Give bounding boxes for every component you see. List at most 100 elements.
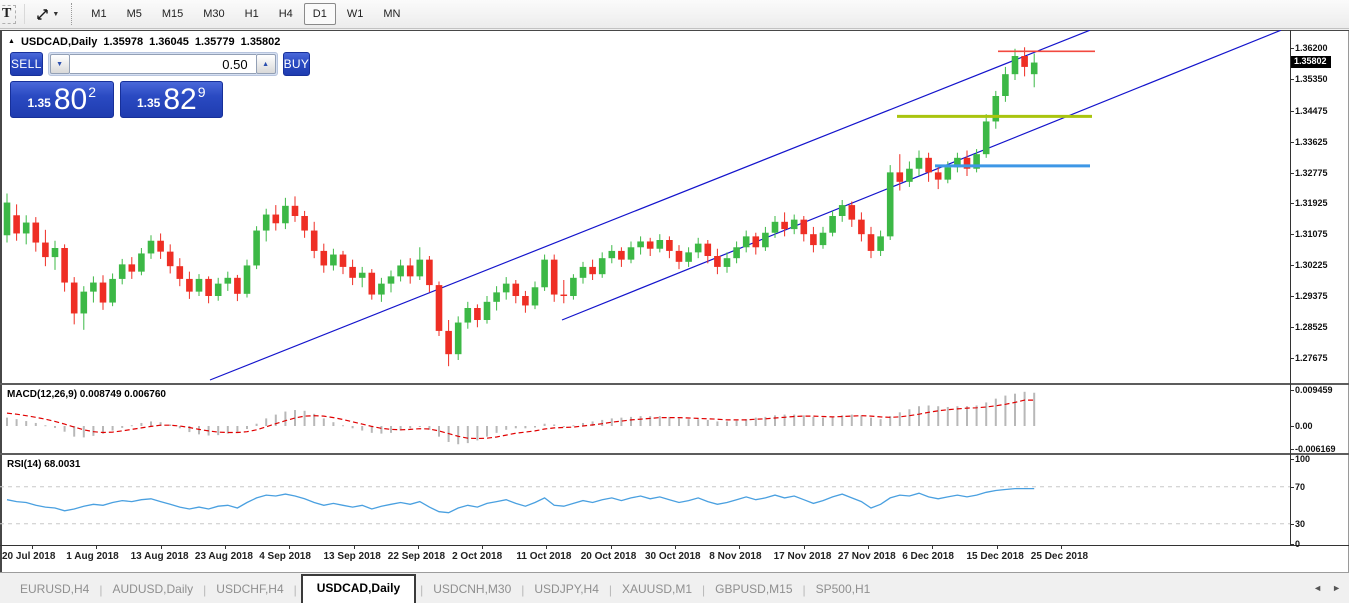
price-axis-label: 1.32775	[1295, 168, 1328, 178]
candle-body	[628, 247, 635, 259]
candle-body	[858, 220, 865, 235]
chart-title: ▲ USDCAD,Daily 1.35978 1.36045 1.35779 1…	[8, 36, 280, 48]
macd-histogram-bar	[572, 425, 574, 426]
collapse-triangle-icon[interactable]: ▲	[8, 38, 15, 46]
axis-tick	[1290, 524, 1294, 525]
candle-body	[455, 323, 462, 355]
timeframe-button-h4[interactable]: H4	[270, 3, 302, 25]
macd-histogram-bar	[323, 418, 325, 426]
macd-histogram-bar	[640, 416, 642, 426]
buy-price-button[interactable]: 1.35 82 9	[120, 81, 224, 118]
macd-histogram-bar	[755, 418, 757, 426]
chart-tab-usdchf-h4[interactable]: USDCHF,H4	[206, 576, 293, 603]
candle-body	[513, 284, 520, 296]
timeframe-button-m1[interactable]: M1	[82, 3, 115, 25]
macd-histogram-bar	[803, 415, 805, 426]
arrow-objects-dropdown[interactable]: ▼	[31, 5, 63, 24]
date-axis-tick	[32, 546, 33, 549]
axis-tick	[1290, 48, 1294, 49]
timeframe-button-h1[interactable]: H1	[236, 3, 268, 25]
trend-channel-line[interactable]	[562, 30, 1281, 320]
macd-histogram-bar	[544, 424, 546, 426]
volume-decrease-button[interactable]: ▼	[50, 54, 70, 74]
macd-indicator-canvas[interactable]	[0, 385, 1290, 453]
candle-body	[762, 233, 769, 248]
chart-tab-audusd-daily[interactable]: AUDUSD,Daily	[102, 576, 203, 603]
tab-scroll-left-icon[interactable]: ◄	[1313, 583, 1322, 593]
candle-body	[129, 264, 136, 271]
candle-body	[829, 216, 836, 233]
timeframe-button-mn[interactable]: MN	[374, 3, 409, 25]
candle-body	[647, 241, 654, 248]
dropdown-caret-icon: ▼	[52, 11, 59, 18]
macd-histogram-bar	[774, 415, 776, 426]
date-axis-tick	[418, 546, 419, 549]
candle-body	[685, 252, 692, 261]
chart-tab-usdjpy-h4[interactable]: USDJPY,H4	[524, 576, 608, 603]
candle-body	[570, 278, 577, 296]
candle-body	[215, 284, 222, 296]
chart-tab-gbpusd-m15[interactable]: GBPUSD,M15	[705, 576, 802, 603]
rsi-label: RSI(14) 68.0031	[7, 459, 80, 470]
rsi-line	[7, 489, 1034, 513]
buy-button[interactable]: BUY	[283, 52, 311, 76]
panel-separator[interactable]	[0, 383, 1349, 385]
macd-histogram-bar	[505, 426, 507, 430]
price-axis-label: 1.28525	[1295, 322, 1328, 332]
candle-body	[695, 244, 702, 253]
candle-body	[81, 292, 88, 314]
timeframe-button-d1[interactable]: D1	[304, 3, 336, 25]
macd-histogram-bar	[668, 417, 670, 426]
timeframe-button-m5[interactable]: M5	[118, 3, 151, 25]
candle-body	[263, 215, 270, 231]
candle-body	[1021, 56, 1028, 67]
candle-body	[253, 231, 260, 266]
timeframe-button-m15[interactable]: M15	[153, 3, 192, 25]
chart-tab-usdcad-daily[interactable]: USDCAD,Daily	[301, 574, 416, 603]
chart-tab-eurusd-h4[interactable]: EURUSD,H4	[10, 576, 99, 603]
timeframe-button-m30[interactable]: M30	[194, 3, 233, 25]
macd-histogram-bar	[140, 423, 142, 426]
candle-body	[877, 236, 884, 251]
date-axis-tick	[354, 546, 355, 549]
candle-body	[340, 255, 347, 267]
candle-body	[301, 216, 308, 231]
candle-body	[186, 279, 193, 292]
axis-tick	[1290, 449, 1294, 450]
candle-body	[724, 258, 731, 267]
date-axis-tick	[675, 546, 676, 549]
macd-histogram-bar	[697, 419, 699, 426]
macd-histogram-bar	[476, 426, 478, 440]
ohlc-close: 1.35802	[241, 36, 281, 48]
macd-histogram-bar	[659, 416, 661, 426]
volume-increase-button[interactable]: ▲	[256, 54, 276, 74]
sell-price-button[interactable]: 1.35 80 2	[10, 81, 114, 118]
axis-tick	[1290, 544, 1294, 545]
macd-histogram-bar	[880, 419, 882, 426]
macd-histogram-bar	[131, 425, 133, 426]
tab-scroll-right-icon[interactable]: ►	[1332, 583, 1341, 593]
text-tool-icon[interactable]: T	[0, 5, 16, 24]
timeframe-button-w1[interactable]: W1	[338, 3, 373, 25]
candle-body	[148, 241, 155, 254]
trend-channel-line[interactable]	[210, 30, 1090, 380]
candle-body	[244, 265, 251, 293]
chart-tab-usdcnh-m30[interactable]: USDCNH,M30	[423, 576, 521, 603]
candle-body	[1031, 63, 1038, 75]
axis-tick	[1290, 426, 1294, 427]
macd-histogram-bar	[25, 421, 27, 426]
macd-histogram-bar	[236, 426, 238, 432]
candle-body	[157, 241, 164, 252]
candle-body	[801, 220, 808, 235]
panel-separator[interactable]	[0, 453, 1349, 455]
candle-body	[282, 206, 289, 223]
rsi-indicator-canvas[interactable]	[0, 455, 1290, 545]
volume-input[interactable]	[70, 54, 256, 74]
macd-histogram-bar	[534, 426, 536, 428]
date-axis-tick	[289, 546, 290, 549]
macd-histogram-bar	[217, 426, 219, 435]
date-axis-tick	[225, 546, 226, 549]
sell-button[interactable]: SELL	[10, 52, 43, 76]
chart-tab-sp500-h1[interactable]: SP500,H1	[806, 576, 881, 603]
chart-tab-xauusd-m1[interactable]: XAUUSD,M1	[612, 576, 702, 603]
